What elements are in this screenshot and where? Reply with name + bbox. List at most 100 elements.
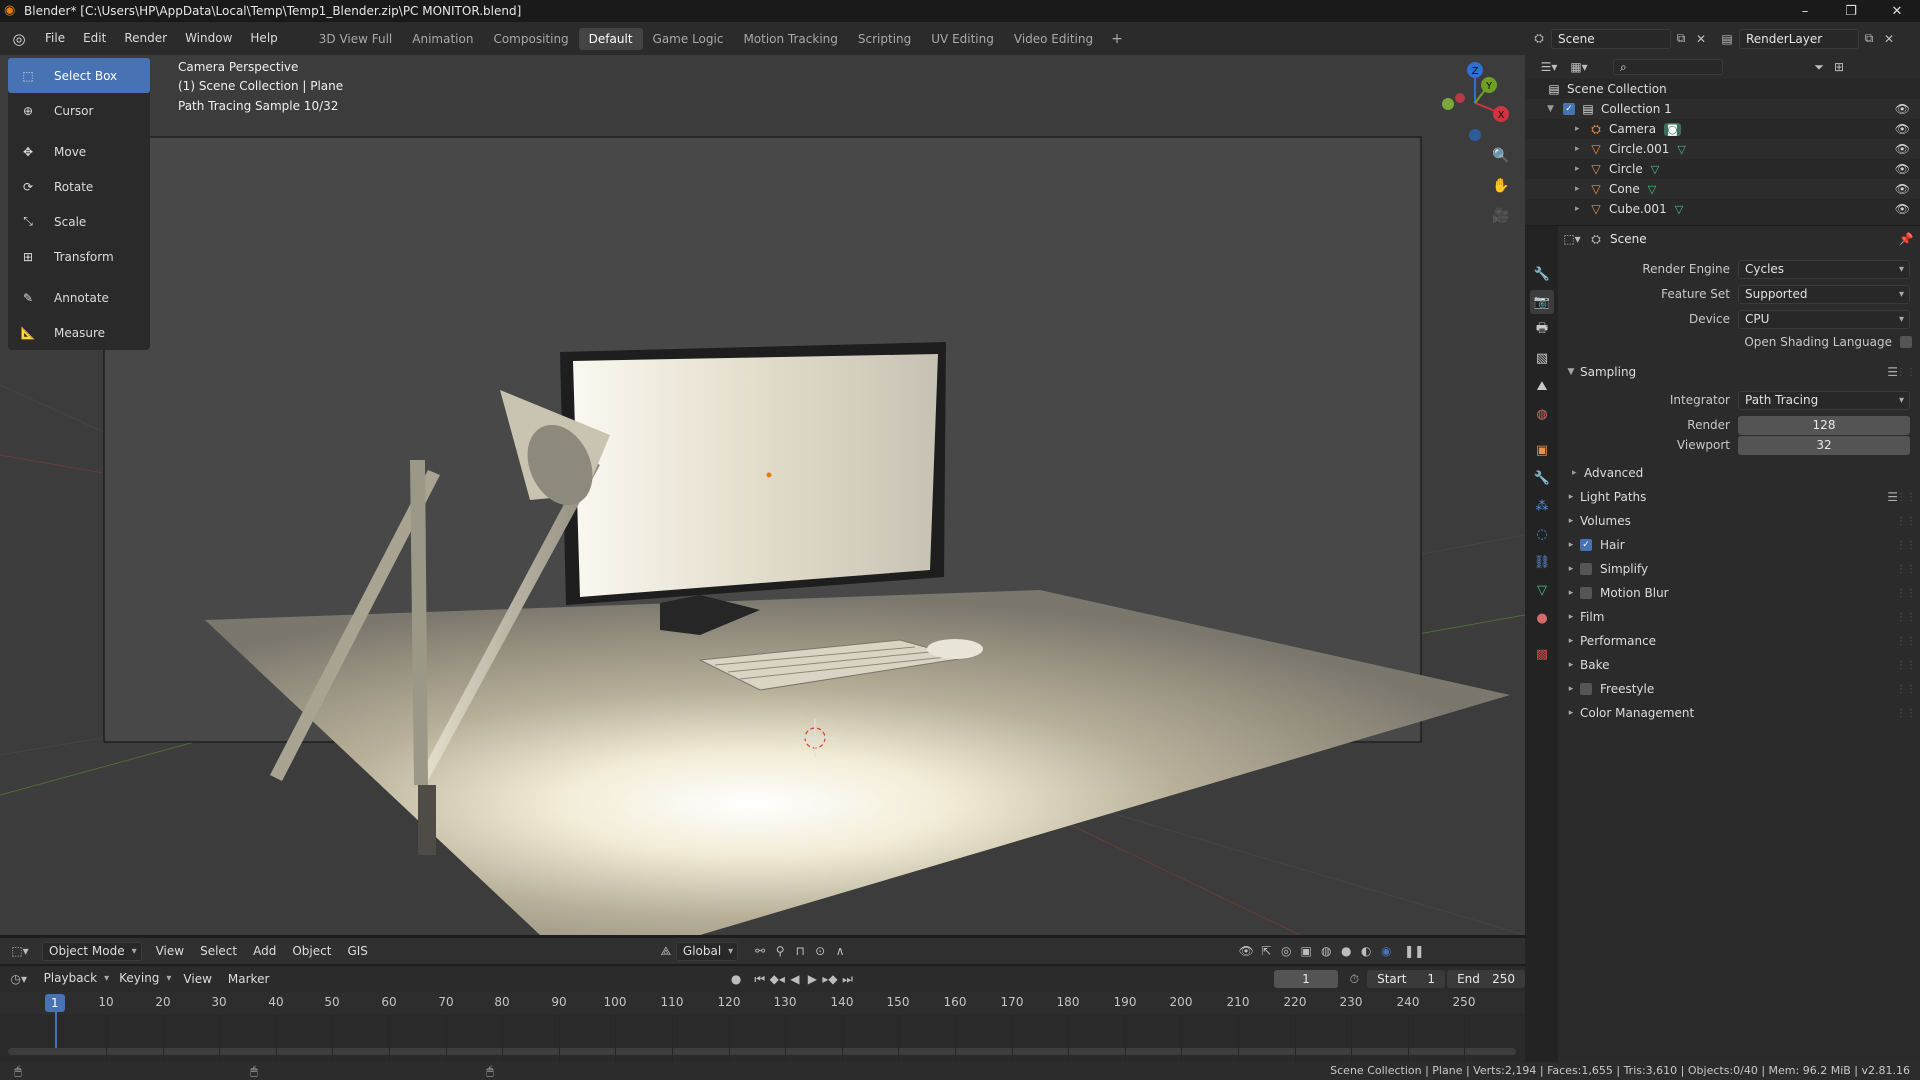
visibility-eye-icon[interactable]: 👁 [1895,102,1910,116]
visibility-eye-icon[interactable]: 👁 [1895,142,1910,156]
timeline-scrollbar[interactable] [8,1048,1516,1055]
drag-grip-icon[interactable]: ⋮⋮ [1896,684,1916,695]
navigation-gizmo[interactable]: Z X Y [1430,58,1520,148]
properties-editor-icon[interactable]: ⬚▾ [1562,229,1582,249]
new-view-layer-icon[interactable]: ⧉ [1859,29,1879,49]
start-frame-field[interactable]: Start 1 [1367,970,1446,988]
drag-grip-icon[interactable]: ⋮⋮ [1896,516,1916,527]
outliner-search-field[interactable]: ⌕ [1613,59,1723,75]
simplify-panel-header[interactable]: ▸ Simplify ⋮⋮ [1558,558,1920,580]
transform-orientation-selector[interactable]: Global [675,941,739,961]
jump-start-icon[interactable]: ⏮ [751,969,769,989]
zoom-icon[interactable]: 🔍 [1488,143,1514,169]
outliner-row-circle-001[interactable]: ▸ ▽ Circle.001 ▽ 👁 [1525,139,1920,159]
overlay-toggle-icon[interactable]: ◎ [1276,941,1296,961]
tab-game-logic[interactable]: Game Logic [643,28,734,50]
visibility-eye-icon[interactable]: 👁 [1895,182,1910,196]
tab-default[interactable]: Default [578,27,643,50]
scene-selector[interactable]: Scene [1551,28,1671,49]
output-properties-tab-icon[interactable]: 🖶 [1530,318,1554,342]
render-samples-field[interactable]: 128 [1738,416,1910,435]
new-collection-icon[interactable]: ⊞ [1829,57,1849,77]
view-layer-selector[interactable]: RenderLayer [1739,28,1859,49]
drag-grip-icon[interactable]: ⋮⋮ [1896,492,1916,503]
playback-menu[interactable]: Playback [38,970,114,989]
motion-blur-checkbox[interactable] [1580,587,1592,599]
tab-3d-view-full[interactable]: 3D View Full [309,28,403,50]
include-checkbox[interactable]: ✓ [1563,103,1575,115]
mesh-data-icon[interactable]: ▽ [1651,163,1659,176]
current-frame-field[interactable]: 1 [1274,970,1338,988]
3d-viewport[interactable]: Camera Perspective (1) Scene Collection … [0,55,1525,935]
menu-help[interactable]: Help [241,22,286,55]
blender-menu-icon[interactable]: ◎ [10,30,28,48]
menu-object[interactable]: Object [284,944,339,958]
tab-motion-tracking[interactable]: Motion Tracking [733,28,847,50]
wireframe-shading-icon[interactable]: ◍ [1316,941,1336,961]
hair-checkbox[interactable]: ✓ [1580,539,1592,551]
mesh-data-icon[interactable]: ▽ [1675,203,1683,216]
timeline-view-menu[interactable]: View [175,972,219,986]
next-keyframe-icon[interactable]: ▸◆ [821,969,839,989]
texture-tab-icon[interactable]: ▩ [1530,642,1554,666]
tool-scale[interactable]: ⤡ Scale [8,204,150,239]
play-reverse-icon[interactable]: ◀ [786,969,804,989]
menu-add[interactable]: Add [245,944,284,958]
freestyle-checkbox[interactable] [1580,683,1592,695]
world-tab-icon[interactable]: ◍ [1530,402,1554,426]
tool-rotate[interactable]: ⟳ Rotate [8,169,150,204]
falloff-icon[interactable]: ∧ [830,941,850,961]
outliner-row-collection-1[interactable]: ▼ ✓ ▤ Collection 1 👁 [1525,99,1920,119]
hair-panel-header[interactable]: ▸ ✓ Hair ⋮⋮ [1558,534,1920,556]
filter-icon[interactable]: ⏷ [1809,57,1829,77]
snap-icon[interactable]: ⚲ [770,941,790,961]
menu-render[interactable]: Render [115,22,176,55]
expand-arrow-icon[interactable]: ▸ [1575,184,1587,194]
orientation-icon[interactable]: ⟁ [656,941,676,961]
tool-transform[interactable]: ⊞ Transform [8,239,150,274]
mode-selector[interactable]: Object Mode [42,941,142,961]
object-tab-icon[interactable]: ▣ [1530,438,1554,462]
color-management-panel-header[interactable]: ▸ Color Management ⋮⋮ [1558,702,1920,724]
device-dropdown[interactable]: CPU [1738,310,1910,329]
expand-arrow-icon[interactable]: ▸ [1575,204,1587,214]
tool-measure[interactable]: 📐 Measure [8,315,150,350]
film-panel-header[interactable]: ▸ Film ⋮⋮ [1558,606,1920,628]
minimize-button[interactable]: – [1782,0,1828,22]
tab-animation[interactable]: Animation [402,28,483,50]
object-data-tab-icon[interactable]: ▽ [1530,578,1554,602]
play-icon[interactable]: ▶ [804,969,822,989]
pan-hand-icon[interactable]: ✋ [1488,173,1514,199]
marker-menu[interactable]: Marker [220,972,277,986]
close-button[interactable]: ✕ [1874,0,1920,22]
timeline[interactable]: 10 20 30 40 50 60 70 80 90 100 110 120 130 140 150 160 1… [0,992,1525,1062]
rendered-shading-icon[interactable]: ◉ [1376,941,1396,961]
render-engine-dropdown[interactable]: Cycles [1738,260,1910,279]
tool-settings-tab-icon[interactable]: 🔧 [1530,262,1554,286]
modifiers-tab-icon[interactable]: 🔧 [1530,466,1554,490]
gizmo-toggle-icon[interactable]: ⇱ [1256,941,1276,961]
osl-checkbox[interactable] [1900,336,1912,348]
drag-grip-icon[interactable]: ⋮⋮ [1896,636,1916,647]
xray-toggle-icon[interactable]: ▣ [1296,941,1316,961]
proportional-edit-icon[interactable]: ⊙ [810,941,830,961]
motion-blur-panel-header[interactable]: ▸ Motion Blur ⋮⋮ [1558,582,1920,604]
delete-scene-icon[interactable]: ✕ [1691,29,1711,49]
pause-render-icon[interactable]: ❚❚ [1404,941,1424,961]
outliner-row-circle[interactable]: ▸ ▽ Circle ▽ 👁 [1525,159,1920,179]
mesh-data-icon[interactable]: ▽ [1648,183,1656,196]
drag-grip-icon[interactable]: ⋮⋮ [1896,660,1916,671]
view-layer-icon[interactable]: ▤ [1717,29,1737,49]
tab-scripting[interactable]: Scripting [848,28,921,50]
constraints-tab-icon[interactable]: ⛓ [1530,550,1554,574]
mesh-data-icon[interactable]: ▽ [1677,143,1685,156]
add-workspace-icon[interactable]: + [1103,31,1131,47]
expand-arrow-icon[interactable]: ▸ [1575,144,1587,154]
tab-compositing[interactable]: Compositing [483,28,578,50]
simplify-checkbox[interactable] [1580,563,1592,575]
record-icon[interactable]: ● [727,969,745,989]
light-paths-panel-header[interactable]: ▸ Light Paths ☰ ⋮⋮ [1558,486,1920,508]
viewport-samples-field[interactable]: 32 [1738,436,1910,455]
bake-panel-header[interactable]: ▸ Bake ⋮⋮ [1558,654,1920,676]
drag-grip-icon[interactable]: ⋮⋮ [1896,612,1916,623]
